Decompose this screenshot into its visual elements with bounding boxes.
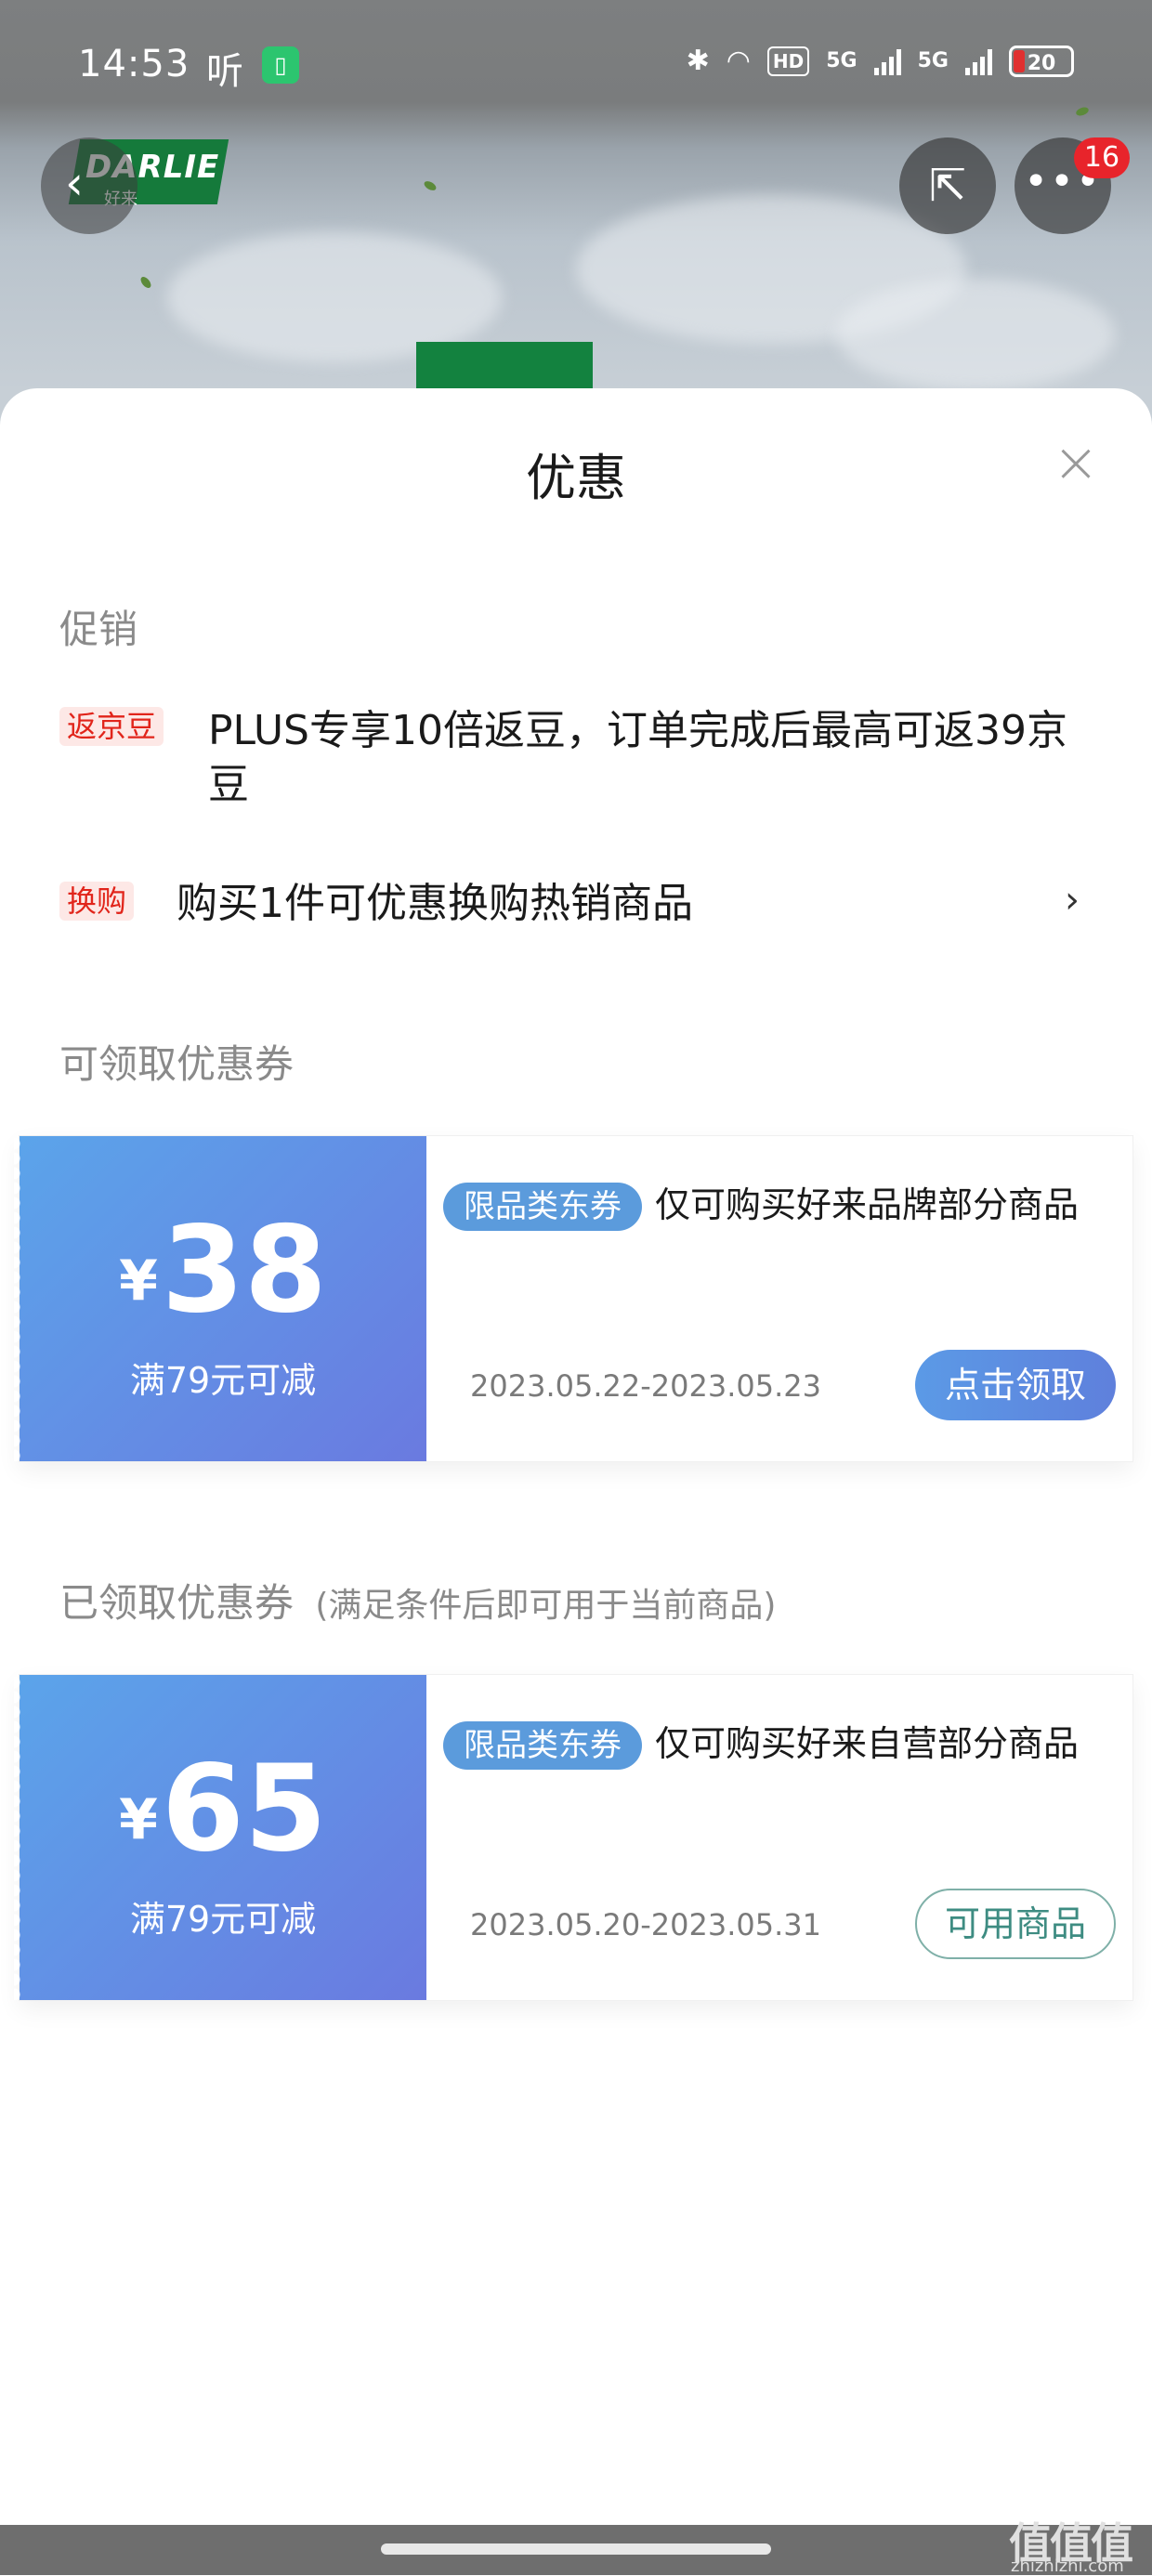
share-button[interactable]: ⇱ [899,137,996,234]
notification-badge: 16 [1074,137,1130,178]
coupon-tag: 限品类东券 [443,1721,642,1770]
promo-tag-exchange: 换购 [59,882,135,921]
claimed-coupons-label: 已领取优惠券 (满足条件后即可用于当前商品) [59,1572,776,1628]
promotions-section-label: 促销 [59,607,138,652]
coupon-desc-text: 仅可购买好来品牌部分商品 [655,1184,1080,1225]
coupon-desc-text: 仅可购买好来自营部分商品 [655,1723,1080,1764]
promo-tag: 换购 [59,882,135,921]
claimed-coupons-note: (满足条件后即可用于当前商品) [315,1587,777,1625]
battery-icon: 20 [1009,45,1074,77]
chevron-left-icon: ‹ [65,156,84,210]
battery-level: 20 [1027,51,1056,75]
promo-text-exchange[interactable]: 购买1件可优惠换购热销商品 [177,877,994,931]
cloud-decoration [836,279,1115,390]
coupon-date: 2023.05.22-2023.05.23 [470,1368,821,1404]
coupon-amount: ¥38 [20,1201,426,1340]
coupon-card: ¥38 满79元可减 限品类东券 仅可购买好来品牌部分商品 2023.05.22-… [14,1135,1133,1462]
chevron-right-icon[interactable]: › [1065,879,1080,922]
wifi-icon: ◠ [726,45,751,77]
claim-coupon-button[interactable]: 点击领取 [915,1350,1116,1420]
coupon-value: 65 [161,1740,327,1878]
status-bar: 14:53 听 ▯ ✱ ◠ HD 5G 5G 20 [0,0,1152,102]
coupon-date: 2023.05.20-2023.05.31 [470,1907,821,1942]
sheet-title: 优惠 [526,449,626,507]
signal-5g-label: 5G [917,49,949,72]
home-indicator[interactable] [381,2543,771,2555]
watermark-sub: zhizhizhi.com [1011,2556,1124,2576]
currency-symbol: ¥ [119,1787,158,1852]
view-products-button[interactable]: 可用商品 [915,1889,1116,1959]
coupon-description: 限品类东券 仅可购买好来自营部分商品 [443,1716,1093,1772]
battery-saver-icon: ▯ [262,46,299,84]
signal-bars-icon [873,47,901,75]
coupon-amount: ¥65 [20,1740,426,1878]
promo-text-beans: PLUS专享10倍返豆，订单完成后最高可返39京豆 [208,707,1067,808]
hd-icon: HD [766,46,810,76]
status-time: 14:53 [78,43,190,85]
coupon-amount-panel: ¥38 满79元可减 [14,1136,426,1461]
available-coupons-label: 可领取优惠券 [59,1041,295,1087]
close-icon[interactable]: × [1050,435,1102,490]
back-button[interactable] [41,137,137,234]
coupon-tag: 限品类东券 [443,1183,642,1231]
claimed-coupons-title: 已领取优惠券 [59,1580,295,1626]
coupon-condition: 满79元可减 [129,1899,317,1940]
coupon-condition: 满79元可减 [129,1360,317,1401]
promo-tag: 返京豆 [59,707,164,746]
coupon-card: ¥65 满79元可减 限品类东券 仅可购买好来自营部分商品 2023.05.20-… [14,1674,1133,2001]
coupon-description: 限品类东券 仅可购买好来品牌部分商品 [443,1177,1093,1233]
ting-app-icon: 听 [206,50,243,93]
promo-tag-beans: 返京豆 [59,707,164,746]
share-icon: ⇱ [928,160,967,212]
signal-bars-icon [965,47,992,75]
currency-symbol: ¥ [119,1249,158,1314]
signal-5g-label: 5G [826,49,857,72]
status-right-icons: ✱ ◠ HD 5G 5G 20 [687,45,1074,77]
coupon-value: 38 [161,1201,327,1340]
coupon-amount-panel: ¥65 满79元可减 [14,1675,426,2000]
bluetooth-icon: ✱ [686,45,710,77]
